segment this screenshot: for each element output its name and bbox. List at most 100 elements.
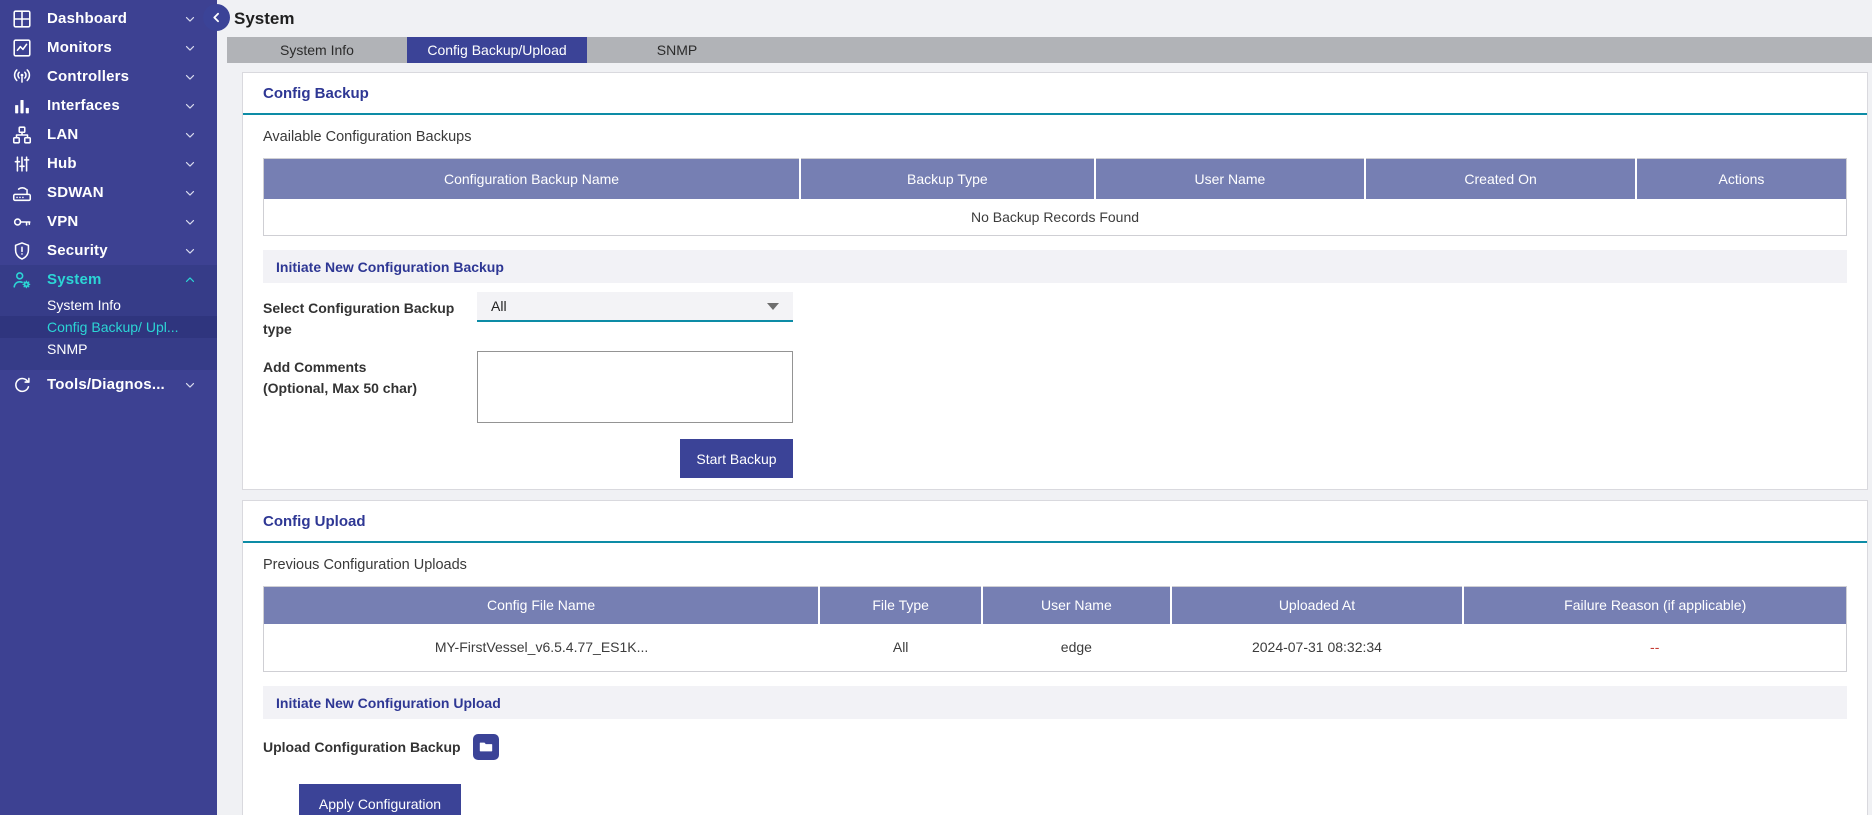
tab-config-backup-upload[interactable]: Config Backup/Upload <box>407 37 587 63</box>
sidebar-item-security[interactable]: Security <box>0 236 217 265</box>
initiate-upload-strip: Initiate New Configuration Upload <box>263 686 1847 719</box>
content-area: Config Backup Available Configuration Ba… <box>217 63 1872 815</box>
sidebar-subitem-snmp[interactable]: SNMP <box>0 338 217 360</box>
sidebar-item-label: Tools/Diagnos... <box>47 376 165 393</box>
initiate-backup-strip: Initiate New Configuration Backup <box>263 250 1847 283</box>
empty-state-text: No Backup Records Found <box>264 199 1847 236</box>
sidebar-item-label: SDWAN <box>47 184 104 201</box>
upload-table: Config File Name File Type User Name Upl… <box>263 586 1847 672</box>
page-title: System <box>234 9 294 29</box>
upload-table-header-row: Config File Name File Type User Name Upl… <box>264 587 1847 624</box>
sidebar-system-group: System System Info Config Backup/ Upl...… <box>0 265 217 370</box>
sidebar-subitem-label: SNMP <box>47 341 87 357</box>
start-backup-button[interactable]: Start Backup <box>680 439 793 478</box>
folder-icon <box>478 739 494 755</box>
cell-uploaded-at: 2024-07-31 08:32:34 <box>1171 624 1464 672</box>
main-area: System System Info Config Backup/Upload … <box>217 0 1875 815</box>
sidebar-item-hub[interactable]: Hub <box>0 149 217 178</box>
previous-uploads-label: Previous Configuration Uploads <box>263 557 1847 573</box>
sidebar-item-monitors[interactable]: Monitors <box>0 33 217 62</box>
chevron-down-icon <box>183 99 197 113</box>
config-upload-title: Config Upload <box>243 501 1867 543</box>
available-backups-label: Available Configuration Backups <box>263 129 1847 145</box>
chevron-down-icon <box>183 186 197 200</box>
chevron-down-icon <box>183 157 197 171</box>
sidebar-item-label: VPN <box>47 213 78 230</box>
sidebar-item-vpn[interactable]: VPN <box>0 207 217 236</box>
vpn-icon <box>10 210 34 234</box>
column-header: Backup Type <box>800 159 1094 199</box>
chevron-down-icon <box>183 378 197 392</box>
sidebar-item-lan[interactable]: LAN <box>0 120 217 149</box>
column-header: User Name <box>982 587 1170 624</box>
upload-config-label: Upload Configuration Backup <box>263 739 461 755</box>
sidebar-item-dashboard[interactable]: Dashboard <box>0 4 217 33</box>
column-header: User Name <box>1095 159 1366 199</box>
sidebar-item-label: Dashboard <box>47 10 127 27</box>
cell-file-name: MY-FirstVessel_v6.5.4.77_ES1K... <box>264 624 820 672</box>
cell-failure-reason: -- <box>1463 624 1846 672</box>
backup-table: Configuration Backup Name Backup Type Us… <box>263 158 1847 236</box>
sidebar-collapse-button[interactable] <box>203 4 230 31</box>
backup-type-select[interactable]: All <box>477 292 793 322</box>
chevron-down-icon <box>183 215 197 229</box>
tools-diagnostics-icon <box>10 373 34 397</box>
comments-textarea[interactable] <box>477 351 793 423</box>
cell-user-name: edge <box>982 624 1170 672</box>
chevron-down-icon <box>183 70 197 84</box>
backup-type-label: Select Configuration Backup type <box>263 292 477 340</box>
backup-table-empty-row: No Backup Records Found <box>264 199 1847 236</box>
sidebar-item-tools-diagnostics[interactable]: Tools/Diagnos... <box>0 370 217 399</box>
chevron-left-icon <box>209 10 224 25</box>
tab-snmp[interactable]: SNMP <box>587 37 767 63</box>
chevron-down-icon <box>183 12 197 26</box>
interfaces-icon <box>10 94 34 118</box>
sidebar-item-label: Monitors <box>47 39 112 56</box>
chevron-down-icon <box>183 41 197 55</box>
sidebar-item-label: Interfaces <box>47 97 120 114</box>
column-header: Uploaded At <box>1171 587 1464 624</box>
sidebar-item-label: LAN <box>47 126 78 143</box>
sidebar-subitem-label: Config Backup/ Upl... <box>47 319 179 335</box>
apply-configuration-button[interactable]: Apply Configuration <box>299 784 461 815</box>
sidebar-subitem-system-info[interactable]: System Info <box>0 294 217 316</box>
column-header: Created On <box>1365 159 1636 199</box>
config-upload-panel: Config Upload Previous Configuration Upl… <box>242 500 1868 815</box>
chevron-up-icon <box>183 273 197 287</box>
dropdown-caret-icon <box>767 303 779 310</box>
sidebar-item-label: System <box>47 271 102 288</box>
sidebar-item-system[interactable]: System <box>0 265 217 294</box>
browse-file-button[interactable] <box>473 734 499 760</box>
tab-system-info[interactable]: System Info <box>227 37 407 63</box>
sidebar-item-label: Security <box>47 242 108 259</box>
sidebar-item-interfaces[interactable]: Interfaces <box>0 91 217 120</box>
lan-icon <box>10 123 34 147</box>
chevron-down-icon <box>183 128 197 142</box>
column-header: Failure Reason (if applicable) <box>1463 587 1846 624</box>
dashboard-icon <box>10 7 34 31</box>
security-shield-icon <box>10 239 34 263</box>
monitors-icon <box>10 36 34 60</box>
chevron-down-icon <box>183 244 197 258</box>
app-window: Dashboard Monitors Controllers <box>0 0 1875 815</box>
sidebar-subitem-label: System Info <box>47 297 121 313</box>
backup-type-selected-value: All <box>491 298 507 314</box>
sidebar-item-controllers[interactable]: Controllers <box>0 62 217 91</box>
config-backup-panel: Config Backup Available Configuration Ba… <box>242 72 1868 490</box>
sidebar-item-sdwan[interactable]: SDWAN <box>0 178 217 207</box>
column-header: Configuration Backup Name <box>264 159 801 199</box>
sidebar: Dashboard Monitors Controllers <box>0 0 217 815</box>
column-header: Config File Name <box>264 587 820 624</box>
controllers-icon <box>10 65 34 89</box>
sidebar-item-label: Hub <box>47 155 77 172</box>
column-header: File Type <box>819 587 982 624</box>
comments-hint: (Optional, Max 50 char) <box>263 378 477 399</box>
column-header: Actions <box>1636 159 1847 199</box>
sidebar-item-label: Controllers <box>47 68 129 85</box>
page-header: System <box>217 0 1872 37</box>
system-user-gear-icon <box>10 268 34 292</box>
comments-label: Add Comments (Optional, Max 50 char) <box>263 351 477 423</box>
backup-table-header-row: Configuration Backup Name Backup Type Us… <box>264 159 1847 199</box>
hub-icon <box>10 152 34 176</box>
sidebar-subitem-config-backup-upload[interactable]: Config Backup/ Upl... <box>0 316 217 338</box>
